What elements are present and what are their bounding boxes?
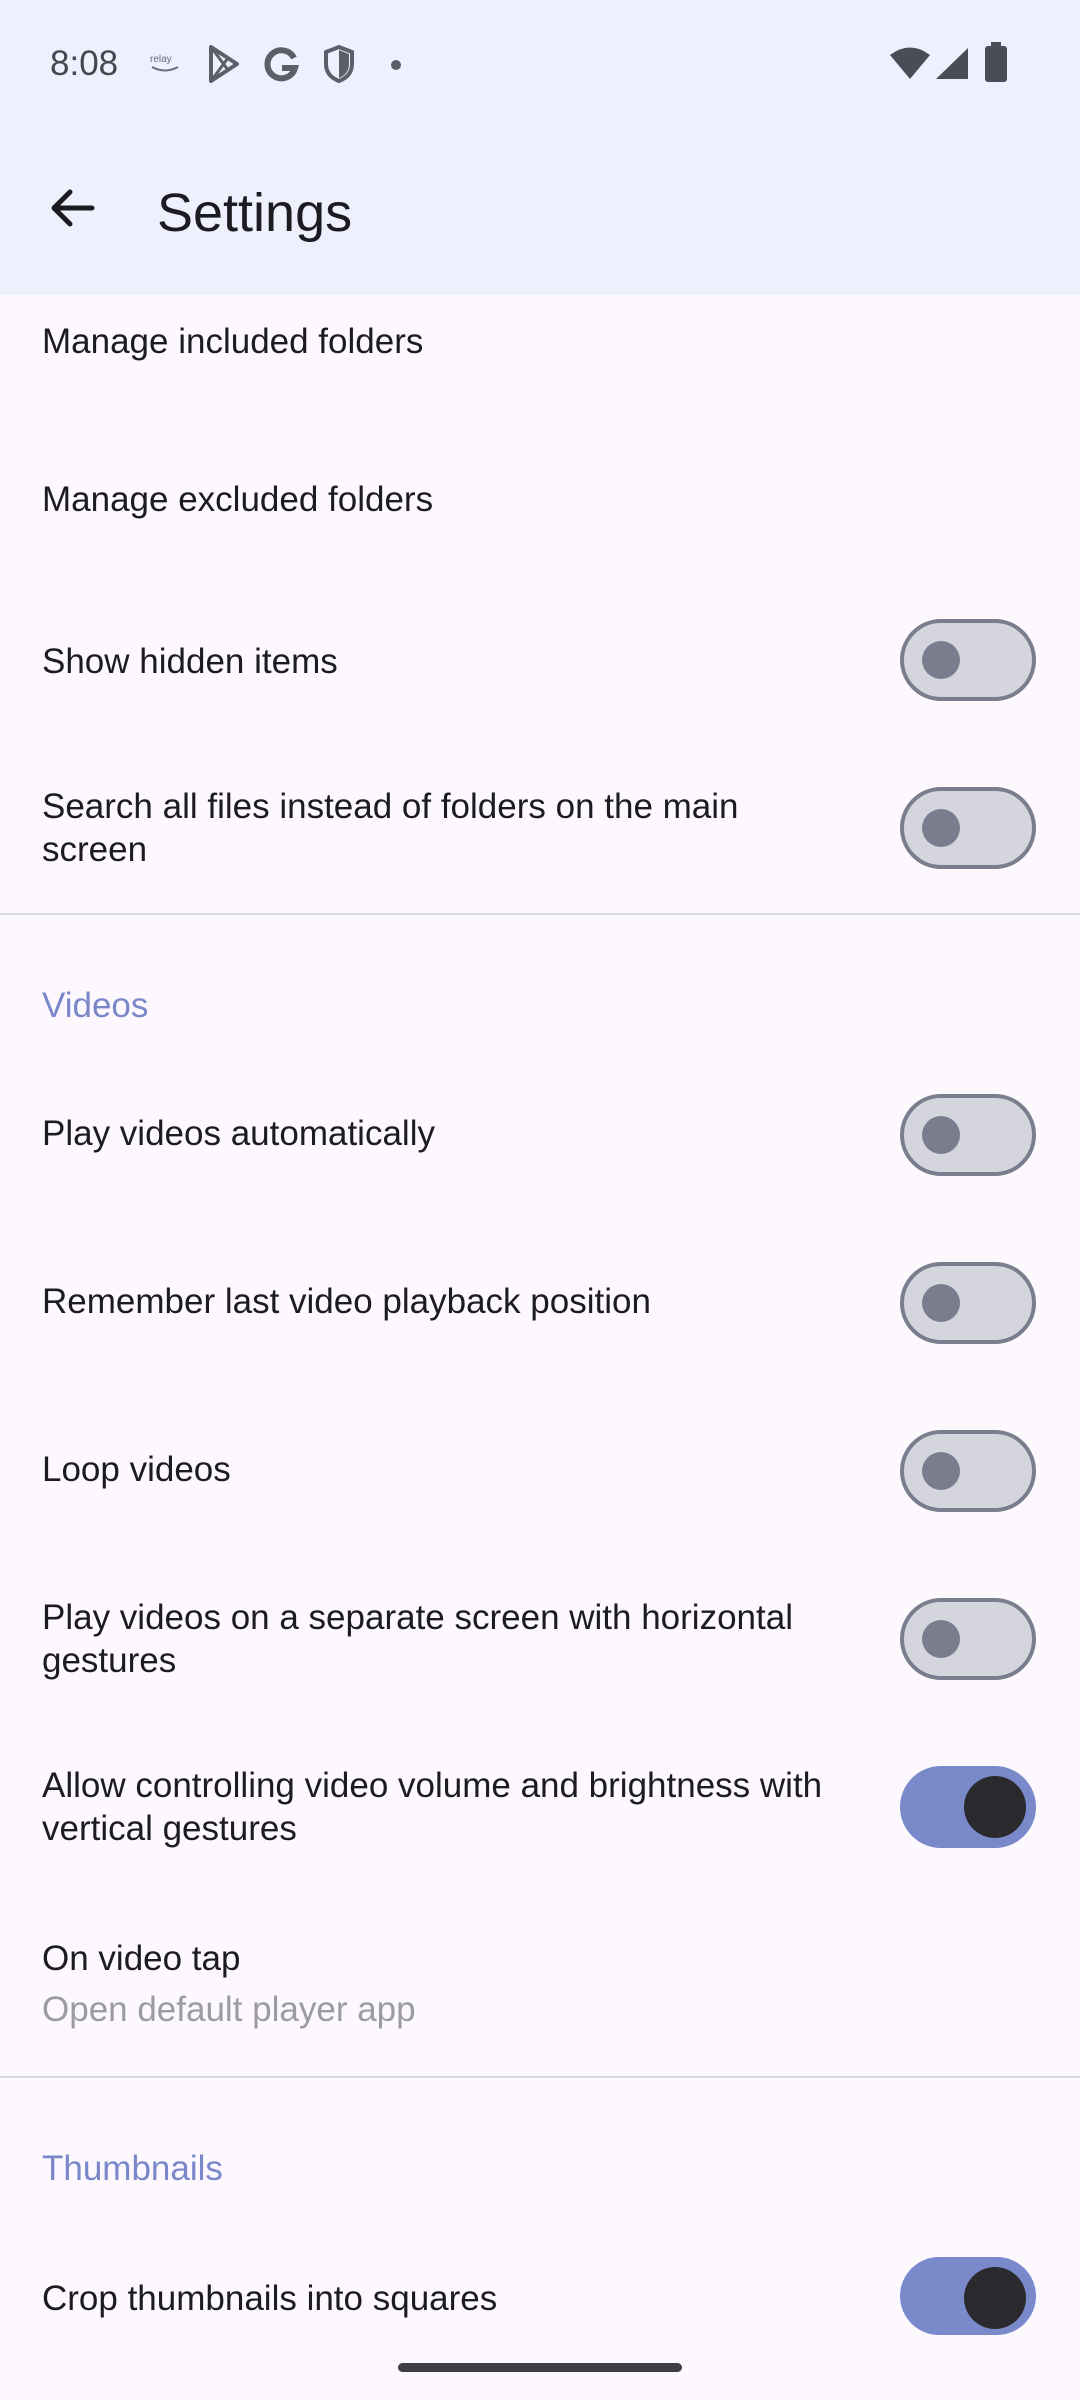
section-divider xyxy=(0,913,1080,915)
search-all-files-item[interactable]: Search all files instead of folders on t… xyxy=(0,755,1080,905)
page-title: Settings xyxy=(157,183,353,243)
relay-icon: relay xyxy=(148,50,182,81)
loop-videos-label: Loop videos xyxy=(42,1450,231,1489)
separate-screen-switch[interactable] xyxy=(900,1598,1036,1680)
crop-thumbnails-item[interactable]: Crop thumbnails into squares xyxy=(0,2230,1080,2360)
svg-text:relay: relay xyxy=(150,54,172,65)
vertical-gestures-item[interactable]: Allow controlling video volume and brigh… xyxy=(0,1742,1080,1872)
on-video-tap-value: Open default player app xyxy=(42,1990,416,2029)
manage-excluded-folders-item[interactable]: Manage excluded folders xyxy=(0,445,1080,595)
crop-thumbnails-switch[interactable] xyxy=(900,2257,1036,2335)
switch-knob xyxy=(964,2267,1026,2329)
switch-knob xyxy=(922,1620,960,1658)
gesture-navigation-bar[interactable] xyxy=(398,2363,682,2372)
on-video-tap-label: On video tap xyxy=(42,1939,241,1978)
crop-thumbnails-label: Crop thumbnails into squares xyxy=(42,2279,498,2318)
back-button[interactable] xyxy=(40,176,104,240)
switch-knob xyxy=(964,1776,1026,1838)
manage-included-folders-label: Manage included folders xyxy=(42,322,424,361)
arrow-back-icon xyxy=(51,189,95,227)
thumbnails-section-header: Thumbnails xyxy=(42,2149,223,2188)
manage-included-folders-item[interactable]: Manage included folders xyxy=(0,295,1080,445)
status-bar: 8:08 relay xyxy=(0,0,1080,130)
loop-videos-switch[interactable] xyxy=(900,1430,1036,1512)
separate-screen-item[interactable]: Play videos on a separate screen with ho… xyxy=(0,1574,1080,1704)
show-hidden-items-item[interactable]: Show hidden items xyxy=(0,595,1080,725)
vertical-gestures-switch[interactable] xyxy=(900,1766,1036,1848)
vertical-gestures-label: Allow controlling video volume and brigh… xyxy=(42,1766,823,1848)
show-hidden-items-label: Show hidden items xyxy=(42,642,338,681)
dot-icon xyxy=(390,58,402,76)
loop-videos-item[interactable]: Loop videos xyxy=(0,1406,1080,1536)
play-videos-automatically-switch[interactable] xyxy=(900,1094,1036,1176)
signal-icon xyxy=(934,46,970,85)
remember-playback-position-label: Remember last video playback position xyxy=(42,1282,651,1321)
play-videos-automatically-label: Play videos automatically xyxy=(42,1114,435,1153)
separate-screen-label: Play videos on a separate screen with ho… xyxy=(42,1598,793,1680)
videos-section-header: Videos xyxy=(42,986,149,1025)
show-hidden-items-switch[interactable] xyxy=(900,619,1036,701)
battery-icon xyxy=(984,42,1008,87)
search-all-files-switch[interactable] xyxy=(900,787,1036,869)
play-videos-automatically-item[interactable]: Play videos automatically xyxy=(0,1070,1080,1200)
section-divider xyxy=(0,2076,1080,2078)
manage-excluded-folders-label: Manage excluded folders xyxy=(42,480,434,519)
google-icon xyxy=(262,44,300,89)
on-video-tap-item[interactable]: On video tap Open default player app xyxy=(0,1920,1080,2040)
switch-knob xyxy=(922,809,960,847)
remember-playback-position-item[interactable]: Remember last video playback position xyxy=(0,1238,1080,1368)
switch-knob xyxy=(922,641,960,679)
switch-knob xyxy=(922,1284,960,1322)
search-all-files-label: Search all files instead of folders on t… xyxy=(42,787,739,869)
shield-icon xyxy=(322,44,356,89)
remember-playback-position-switch[interactable] xyxy=(900,1262,1036,1344)
status-time: 8:08 xyxy=(50,44,119,83)
play-store-icon xyxy=(206,44,242,89)
switch-knob xyxy=(922,1452,960,1490)
top-app-bar: 8:08 relay Settings xyxy=(0,0,1080,295)
switch-knob xyxy=(922,1116,960,1154)
wifi-icon xyxy=(888,46,932,85)
